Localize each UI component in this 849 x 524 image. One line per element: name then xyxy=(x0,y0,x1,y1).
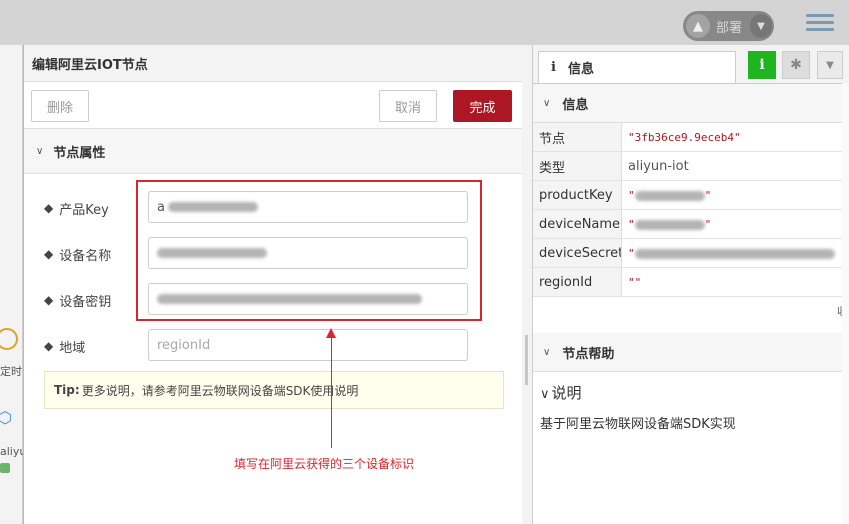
table-row: deviceSecret " xyxy=(533,238,849,268)
help-section-header[interactable]: ∨ 节点帮助 xyxy=(533,333,849,372)
edit-tray: 编辑阿里云IOT节点 删除 取消 完成 ∨ 节点属性 ◆ 产品Key a ◆ 设… xyxy=(23,45,523,524)
prop-value: "3fb36ce9.9eceb4" xyxy=(621,123,849,152)
timer-node-icon[interactable] xyxy=(0,328,18,350)
chevron-down-icon[interactable]: ▼ xyxy=(817,51,843,79)
tag-icon: ◆ xyxy=(44,247,54,261)
annotation-arrow xyxy=(331,331,332,448)
tab-label: 信息 xyxy=(567,62,594,77)
deploy-label: 部署 xyxy=(716,20,743,36)
redacted-value xyxy=(634,219,705,230)
prop-key: productKey xyxy=(533,180,622,210)
field-row-region: ◆ 地域 regionId xyxy=(44,329,504,363)
annotation-text: 填写在阿里云获得的三个设备标识 xyxy=(234,457,415,471)
field-label: 地域 xyxy=(59,340,86,356)
collapse-link[interactable]: 收 xyxy=(533,297,849,327)
prop-value: "" xyxy=(621,209,849,239)
table-row: 节点 "3fb36ce9.9eceb4" xyxy=(533,123,849,152)
info-sidebar: i 信息 i ✱ ▼ ∨ 信息 节点 "3fb36ce9.9eceb4" 类型 … xyxy=(532,45,849,524)
table-row: regionId "" xyxy=(533,267,849,297)
prop-value: " xyxy=(621,238,849,268)
deploy-button[interactable]: ▲ 部署 ▼ xyxy=(683,11,774,41)
tag-icon: ◆ xyxy=(44,339,54,353)
help-subtitle-text: 说明 xyxy=(551,384,582,402)
chevron-down-icon: ∨ xyxy=(543,97,551,109)
scrollbar[interactable] xyxy=(842,83,849,524)
info-icon: i xyxy=(551,60,556,75)
sidebar-tabs: i 信息 i ✱ ▼ xyxy=(533,45,849,84)
prop-key: 类型 xyxy=(533,151,622,181)
table-row: productKey " " xyxy=(533,180,849,210)
prop-key: regionId xyxy=(533,267,622,297)
properties-section-header[interactable]: ∨ 节点属性 xyxy=(24,129,522,174)
field-label: 产品Key xyxy=(59,202,109,218)
tray-title: 编辑阿里云IOT节点 xyxy=(24,45,522,82)
chevron-down-icon[interactable]: ▼ xyxy=(750,14,772,38)
status-dot xyxy=(0,463,10,473)
header-bar: ▲ 部署 ▼ xyxy=(0,0,849,45)
highlight-box xyxy=(136,180,482,321)
menu-icon[interactable] xyxy=(806,14,834,34)
chevron-down-icon: ∨ xyxy=(543,346,551,358)
redacted-value xyxy=(634,190,705,201)
node-properties-table: 节点 "3fb36ce9.9eceb4" 类型 aliyun-iot produ… xyxy=(533,123,849,297)
info-section-header[interactable]: ∨ 信息 xyxy=(533,84,849,123)
panel-splitter[interactable] xyxy=(522,45,532,524)
drag-handle[interactable] xyxy=(525,335,528,385)
cancel-button[interactable]: 取消 xyxy=(379,90,437,122)
prop-value: "" xyxy=(621,180,849,210)
node-label: 定时 xyxy=(0,365,22,378)
help-subtitle: ∨ 说明 xyxy=(533,372,849,403)
chevron-down-icon: ∨ xyxy=(36,145,44,157)
tip-text: 更多说明，请参考阿里云物联网设备端SDK使用说明 xyxy=(81,383,359,398)
done-button[interactable]: 完成 xyxy=(453,90,512,122)
section-title: 信息 xyxy=(562,97,589,113)
prop-key: 节点 xyxy=(533,123,622,152)
info-icon[interactable]: i xyxy=(748,51,776,79)
tip-label: Tip: xyxy=(54,383,80,397)
prop-key: deviceName xyxy=(533,209,622,239)
field-label: 设备密钥 xyxy=(59,294,112,310)
tag-icon: ◆ xyxy=(44,201,54,215)
section-title: 节点属性 xyxy=(53,145,106,161)
aliyun-node-icon[interactable]: ⬡ xyxy=(0,408,14,428)
field-label: 设备名称 xyxy=(59,248,112,264)
tip-box: Tip: 更多说明，请参考阿里云物联网设备端SDK使用说明 xyxy=(44,371,504,409)
tag-icon: ◆ xyxy=(44,293,54,307)
bug-icon[interactable]: ✱ xyxy=(782,51,810,79)
region-input[interactable]: regionId xyxy=(148,329,468,361)
workspace-canvas[interactable]: 定时 ⬡ aliyu xyxy=(0,45,26,524)
help-description: 基于阿里云物联网设备端SDK实现 xyxy=(540,417,736,432)
redacted-value xyxy=(634,248,835,259)
arrow-head-icon xyxy=(326,328,336,338)
tab-info[interactable]: i 信息 xyxy=(538,51,736,83)
table-row: 类型 aliyun-iot xyxy=(533,151,849,181)
prop-value: "" xyxy=(621,267,849,297)
table-row: deviceName " " xyxy=(533,209,849,239)
delete-button[interactable]: 删除 xyxy=(31,90,89,122)
chevron-down-icon: ∨ xyxy=(540,387,550,402)
prop-key: deviceSecret xyxy=(533,238,622,268)
tray-toolbar: 删除 取消 完成 xyxy=(24,82,522,129)
prop-value: aliyun-iot xyxy=(621,151,849,181)
section-title: 节点帮助 xyxy=(562,346,615,362)
rocket-icon: ▲ xyxy=(686,14,710,38)
